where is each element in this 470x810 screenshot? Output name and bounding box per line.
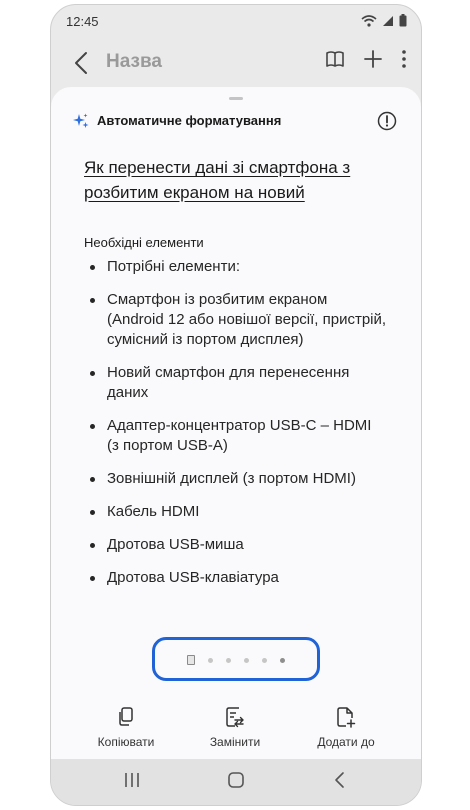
battery-icon — [399, 14, 407, 27]
more-options-icon[interactable] — [401, 49, 407, 69]
add-to-label: Додати до — [317, 735, 375, 749]
copy-button[interactable]: Копіювати — [76, 705, 176, 749]
section-label: Необхідні елементи — [84, 235, 204, 250]
list-item: Зовнішній дисплей (з портом HDMI) — [87, 469, 387, 489]
status-bar: 12:45 — [51, 5, 421, 37]
list-item: Потрібні елементи: — [87, 257, 387, 277]
add-note-icon — [337, 707, 356, 728]
system-nav-bar — [51, 759, 421, 805]
recent-apps-icon[interactable] — [124, 771, 140, 789]
page-title[interactable]: Назва — [106, 51, 162, 73]
back-arrow-icon[interactable] — [69, 49, 95, 77]
auto-format-sheet: Автоматичне форматування Як перенести да… — [51, 87, 421, 759]
status-time: 12:45 — [66, 14, 99, 29]
list-item: Кабель HDMI — [87, 502, 387, 522]
page-dot[interactable] — [262, 657, 267, 663]
status-icons — [361, 14, 407, 27]
copy-icon — [119, 707, 133, 726]
replace-icon — [226, 707, 244, 728]
page-dot[interactable] — [244, 657, 249, 663]
bullet-list: Потрібні елементи: Смартфон із розбитим … — [87, 257, 387, 601]
phone-screen: 12:45 Назва Автоматичне форматування Як … — [50, 4, 422, 806]
document-title: Як перенести дані зі смартфона з розбити… — [84, 158, 351, 202]
sheet-drag-handle[interactable] — [229, 97, 243, 100]
sheet-header-label: Автоматичне форматування — [97, 113, 282, 128]
info-icon[interactable] — [377, 111, 397, 131]
page-indicator[interactable] — [152, 637, 320, 681]
add-to-button[interactable]: Додати до — [296, 705, 396, 749]
list-item: Новий смартфон для перенесення даних — [87, 363, 387, 403]
replace-button[interactable]: Замінити — [185, 705, 285, 749]
ai-sparkle-icon — [73, 113, 89, 128]
page-indicator-dots — [187, 655, 285, 665]
page-dot[interactable] — [208, 657, 213, 663]
replace-label: Замінити — [209, 735, 261, 749]
signal-icon — [383, 15, 393, 26]
action-bar: Копіювати Замінити Додати до — [51, 705, 421, 761]
nav-back-icon[interactable] — [333, 771, 347, 789]
book-icon[interactable] — [325, 50, 345, 68]
add-icon[interactable] — [363, 49, 383, 69]
home-icon[interactable] — [227, 771, 245, 789]
appbar-actions — [325, 49, 407, 69]
list-item: Адаптер-концентратор USB-C – HDMI (з пор… — [87, 416, 387, 456]
page-dot[interactable] — [226, 657, 231, 663]
copy-label: Копіювати — [97, 735, 155, 749]
wifi-icon — [361, 14, 377, 27]
page-dot-active[interactable] — [280, 657, 285, 663]
original-page-icon[interactable] — [187, 655, 195, 665]
list-item: Дротова USB-клавіатура — [87, 568, 387, 588]
list-item: Смартфон із розбитим екраном (Android 12… — [87, 290, 387, 350]
sheet-header: Автоматичне форматування — [73, 111, 397, 135]
app-bar: Назва — [51, 39, 421, 87]
list-item: Дротова USB-миша — [87, 535, 387, 555]
